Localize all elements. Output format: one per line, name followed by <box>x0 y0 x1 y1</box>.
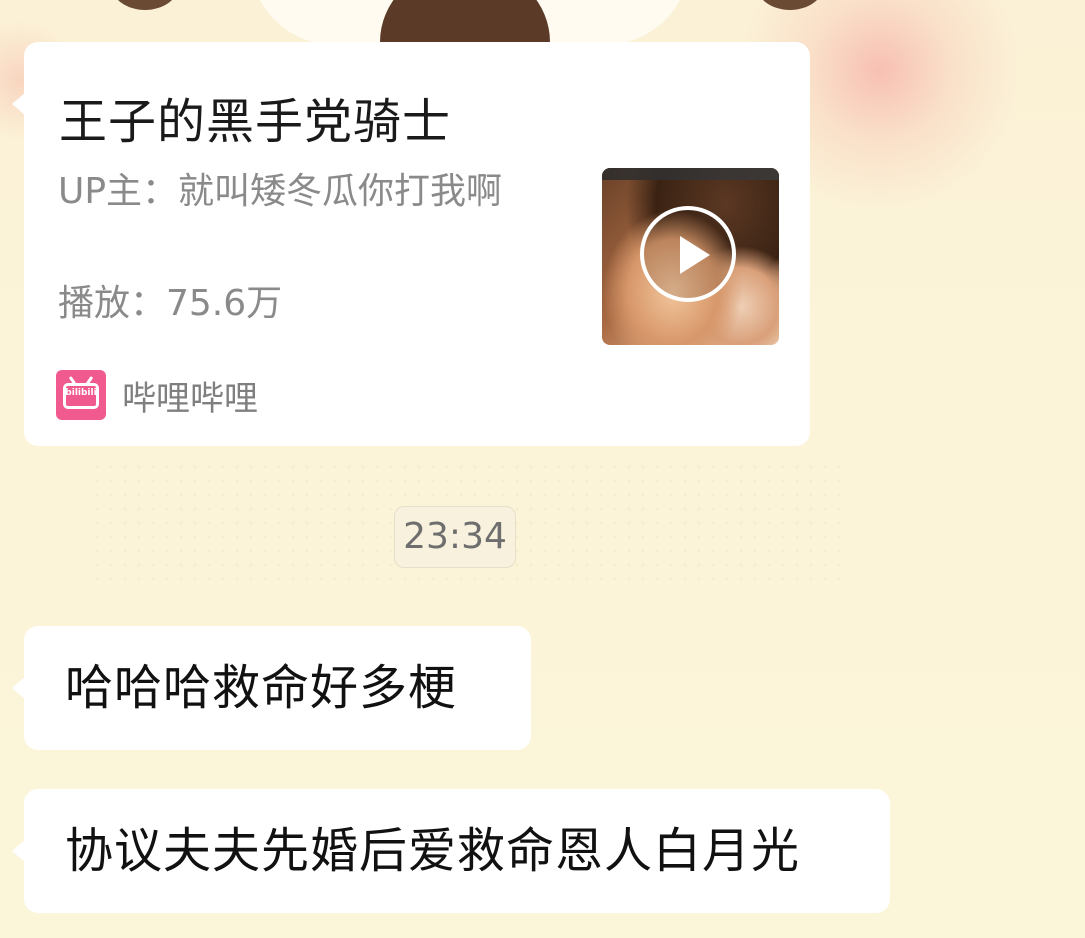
message-bubble[interactable]: 哈哈哈救命好多梗 <box>12 626 531 750</box>
play-triangle <box>680 236 710 274</box>
wallpaper-bear-ear <box>755 0 825 10</box>
bilibili-logo-text: bilibili <box>65 388 97 398</box>
play-icon[interactable] <box>640 206 736 302</box>
video-play-count: 播放：75.6万 <box>58 283 283 324</box>
source-app-name: 哔哩哔哩 <box>122 378 258 419</box>
wallpaper-bear-ear <box>110 0 180 10</box>
card-source[interactable]: bilibili 哔哩哔哩 <box>56 370 258 420</box>
bilibili-logo-icon: bilibili <box>56 370 106 420</box>
video-thumbnail[interactable] <box>602 168 779 345</box>
message-text: 哈哈哈救命好多梗 <box>65 660 458 716</box>
thumbnail-caption-band <box>602 168 779 180</box>
message-text: 协议夫夫先婚后爱救命恩人白月光 <box>65 823 801 879</box>
video-uploader: UP主：就叫矮冬瓜你打我啊 <box>58 171 503 212</box>
wallpaper-bear-head <box>380 0 550 42</box>
video-title: 王子的黑手党骑士 <box>59 94 452 150</box>
message-timestamp: 23:34 <box>394 506 516 568</box>
video-share-card[interactable]: 王子的黑手党骑士 UP主：就叫矮冬瓜你打我啊 播放：75.6万 bilibili… <box>12 42 810 446</box>
message-bubble[interactable]: 协议夫夫先婚后爱救命恩人白月光 <box>12 789 890 913</box>
